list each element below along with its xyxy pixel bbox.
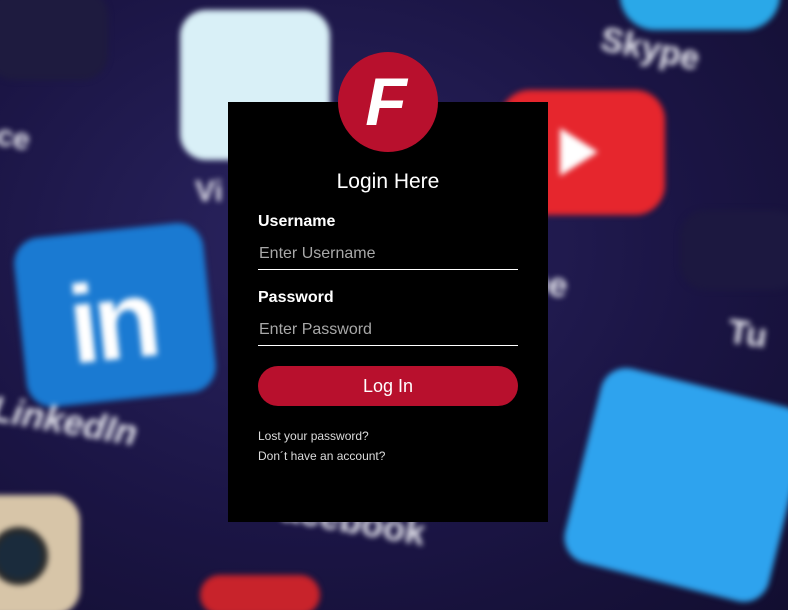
apps-icon: [0, 0, 108, 80]
linkedin-logo-glyph: in: [62, 256, 161, 388]
signup-link[interactable]: Don´t have an account?: [258, 449, 385, 463]
password-label: Password: [258, 289, 334, 306]
linkedin-icon: in: [11, 220, 219, 410]
lost-password-link[interactable]: Lost your password?: [258, 429, 369, 443]
login-title: Login Here: [336, 170, 440, 193]
login-button[interactable]: Log In: [258, 366, 518, 406]
brand-logo-letter: F: [365, 64, 407, 140]
password-input[interactable]: [258, 314, 518, 346]
bg-label-vimeo: Vi: [195, 175, 223, 208]
play-icon: [560, 128, 598, 176]
red-app-icon: [200, 575, 320, 610]
brand-logo: F: [338, 52, 438, 152]
skype-icon: [620, 0, 780, 30]
login-card: Login Here Username Password Log In Lost…: [228, 102, 548, 522]
camera-lens-icon: [0, 527, 48, 585]
tumblr-icon: [680, 210, 788, 290]
username-label: Username: [258, 213, 336, 230]
instagram-icon: [0, 495, 80, 610]
bg-label-other: ace: [0, 115, 33, 158]
username-input[interactable]: [258, 238, 518, 270]
bg-label-tumblr: Tu: [725, 312, 770, 356]
twitter-icon: [558, 362, 788, 608]
